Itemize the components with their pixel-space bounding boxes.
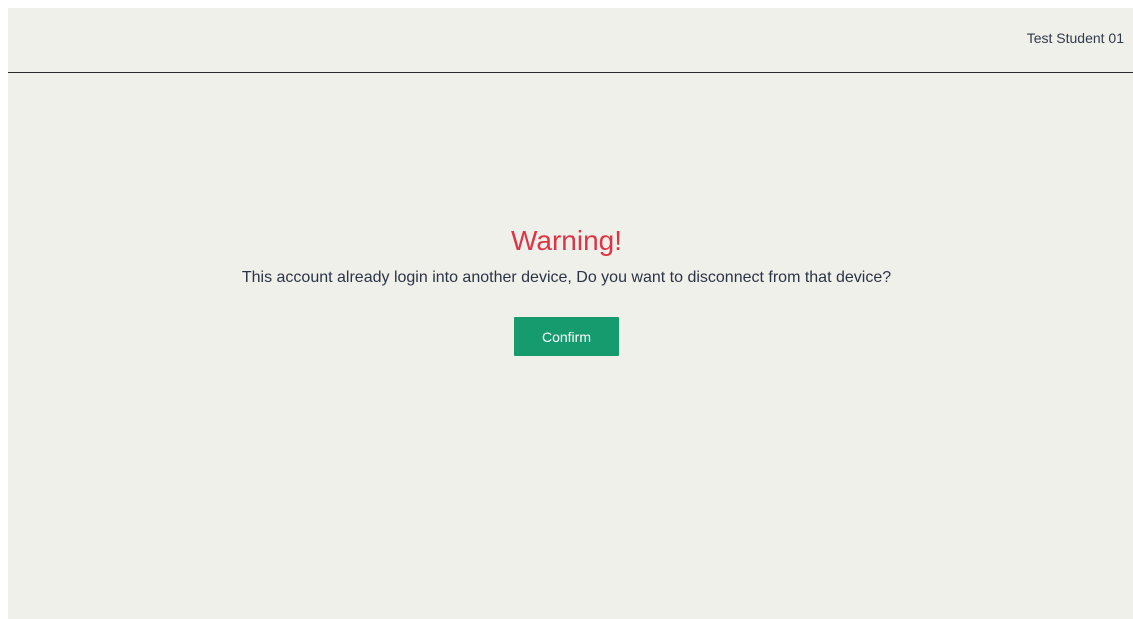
top-header: Test Student 01: [8, 8, 1133, 73]
confirm-button[interactable]: Confirm: [514, 317, 619, 357]
warning-title: Warning!: [510, 225, 622, 256]
warning-panel: Warning! This account already login into…: [0, 225, 1133, 357]
user-name[interactable]: Test Student 01: [1027, 30, 1124, 46]
warning-message: This account already login into another …: [241, 269, 892, 287]
